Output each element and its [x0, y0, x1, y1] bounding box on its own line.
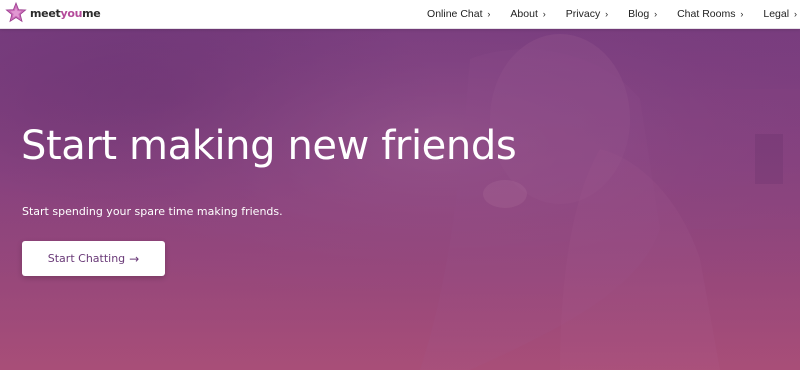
chevron-right-icon: › [794, 9, 797, 19]
nav-item-chat-rooms[interactable]: Chat Rooms › [677, 8, 743, 20]
nav-item-label: Privacy [565, 8, 601, 20]
chevron-right-icon: › [542, 9, 546, 19]
brand-logo[interactable]: meetyoume [5, 2, 101, 24]
chevron-right-icon: › [654, 9, 658, 19]
brand-name-meet: meet [30, 6, 61, 20]
nav-item-label: Blog [628, 8, 650, 20]
hero-section: Start making new friends Start spending … [0, 29, 800, 370]
hero-color-overlay [0, 29, 800, 370]
chevron-right-icon: › [740, 9, 744, 19]
main-nav: Online Chat › About › Privacy › Blog › C… [407, 0, 800, 28]
brand-name: meetyoume [30, 6, 101, 20]
nav-item-online-chat[interactable]: Online Chat › [427, 8, 490, 20]
nav-item-label: Legal [763, 8, 790, 20]
brand-name-you: you [60, 6, 83, 20]
start-chatting-label: Start Chatting [47, 252, 126, 265]
star-logo-icon [5, 2, 27, 23]
brand-name-me: me [82, 6, 101, 20]
nav-item-privacy[interactable]: Privacy › [566, 8, 608, 20]
hero-subtitle: Start spending your spare time making fr… [22, 205, 283, 218]
arrow-right-icon: → [129, 251, 140, 266]
nav-item-about[interactable]: About › [510, 8, 545, 20]
nav-item-label: About [510, 8, 538, 20]
nav-item-label: Online Chat [427, 8, 483, 20]
nav-item-blog[interactable]: Blog › [628, 8, 657, 20]
nav-item-label: Chat Rooms [677, 8, 736, 20]
top-navigation-bar: meetyoume Online Chat › About › Privacy … [0, 0, 800, 29]
start-chatting-button[interactable]: Start Chatting → [22, 241, 165, 276]
hero-title: Start making new friends [21, 123, 517, 169]
nav-item-legal[interactable]: Legal › [763, 8, 797, 20]
chevron-right-icon: › [605, 9, 609, 19]
chevron-right-icon: › [487, 9, 491, 19]
